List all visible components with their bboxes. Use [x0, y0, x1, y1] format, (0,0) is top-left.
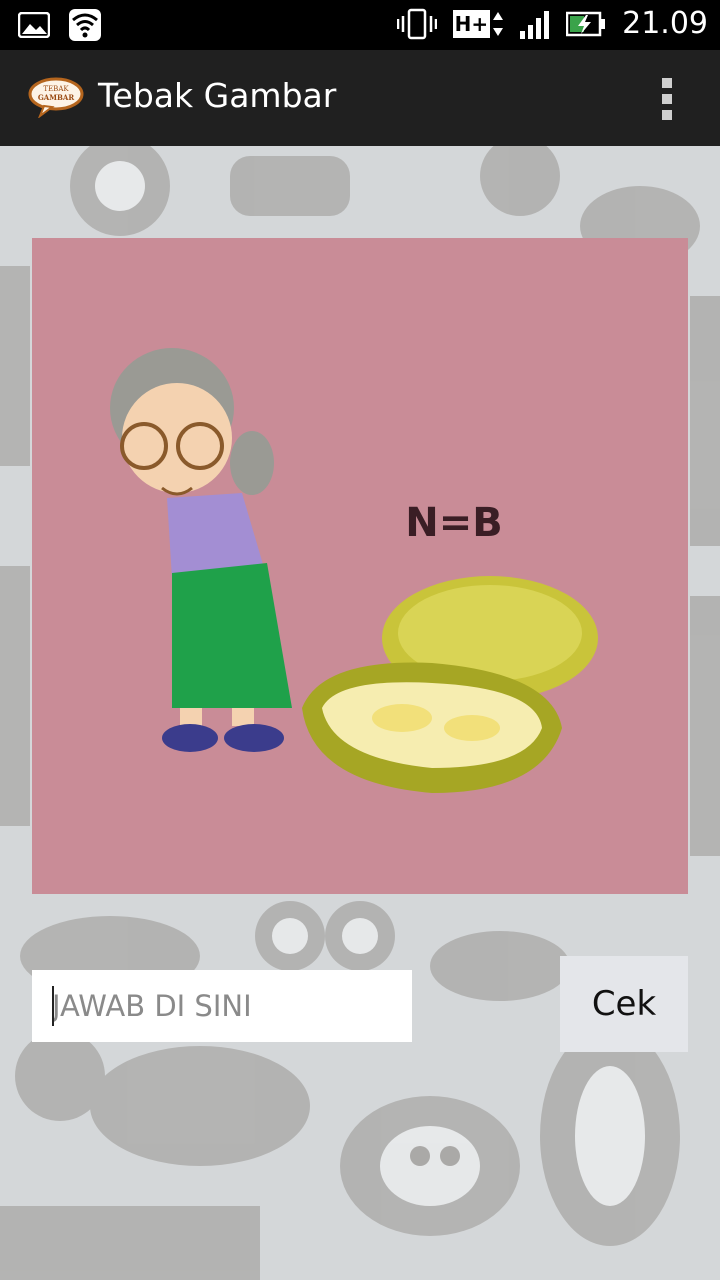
- network-type-label: H+: [452, 9, 491, 38]
- logo-text-bottom: GAMBAR: [38, 93, 75, 102]
- app-logo[interactable]: TEBAK GAMBAR: [28, 76, 84, 118]
- vibrate-icon: [396, 8, 437, 39]
- battery-charging-icon: [566, 11, 606, 36]
- jackfruit-illustration: [302, 576, 598, 793]
- logo-text-top: TEBAK: [43, 85, 69, 93]
- puzzle-illustration: N=B: [110, 348, 598, 793]
- check-answer-button[interactable]: Cek: [560, 956, 688, 1052]
- overflow-menu-icon[interactable]: [660, 78, 674, 120]
- status-bar-left: [18, 8, 102, 42]
- status-bar: H+ 21.09: [0, 0, 720, 50]
- clue-text: N=B: [405, 500, 502, 546]
- signal-icon: [520, 10, 550, 39]
- action-bar: TEBAK GAMBAR Tebak Gambar: [0, 50, 720, 146]
- puzzle-image: N=B: [32, 238, 688, 894]
- status-bar-right: H+ 21.09: [396, 6, 708, 41]
- wifi-icon: [69, 9, 101, 41]
- status-time: 21.09: [622, 6, 708, 41]
- network-h-plus-icon: H+: [452, 9, 505, 38]
- app-title: Tebak Gambar: [98, 76, 337, 115]
- text-cursor: [52, 986, 54, 1026]
- grandmother-illustration: [110, 348, 292, 752]
- answer-input[interactable]: [32, 970, 412, 1042]
- image-icon: [18, 12, 50, 38]
